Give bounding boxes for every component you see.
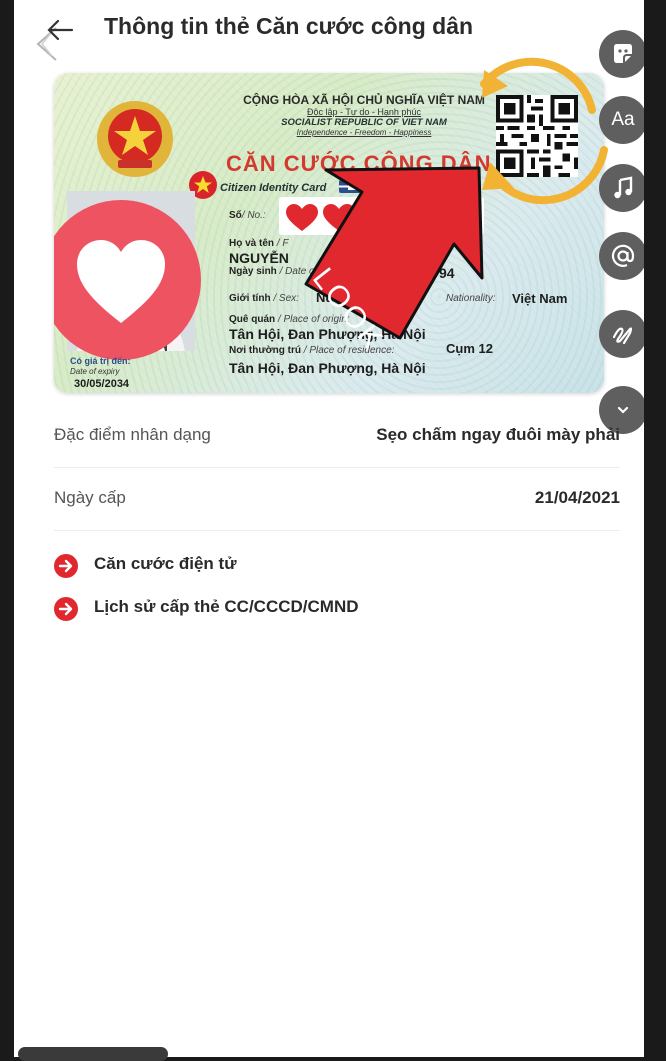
national-emblem-icon [97,101,173,177]
music-button[interactable] [599,164,644,212]
nationality-value: Việt Nam [512,291,568,306]
card-title-en: Citizen Identity Card [220,182,327,194]
chip-icon [339,180,367,193]
issue-date-label: Ngày cấp [54,488,126,507]
nationality-label: Nationality: [446,293,496,304]
home-indicator[interactable] [18,1047,168,1061]
dob-value: 94 [439,265,455,281]
screen: Thông tin thẻ Căn cước công dân CỘNG HÒA… [14,0,644,1057]
link-electronic-id-label: Căn cước điện tử [94,554,237,573]
identification-marks-label: Đặc điểm nhân dạng [54,425,211,444]
header: Thông tin thẻ Căn cước công dân [14,0,644,61]
music-note-icon [614,176,633,199]
issue-date-row: Ngày cấp 21/04/2021 [54,468,620,531]
expiry-label: Có giá trị đến: [70,356,131,366]
privacy-sticker-heart-icon [54,200,201,360]
link-electronic-id[interactable]: Căn cước điện tử [54,552,314,582]
id-card-image: CỘNG HÒA XÃ HỘI CHỦ NGHĨA VIỆT NAM Độc l… [54,73,604,393]
sex-label: Giới tính / Sex: [229,293,299,304]
card-motto: Độc lập - Tự do - Hạnh phúc [307,107,421,117]
back-arrow-icon[interactable] [42,12,78,48]
residence-value-1: Cụm 12 [446,341,493,356]
qr-code-icon [496,95,578,177]
card-header: CỘNG HÒA XÃ HỘI CHỦ NGHĨA VIỆT NAM Độc l… [224,93,504,137]
text-tool-label: Aa [611,109,635,130]
mention-button[interactable] [599,232,644,280]
residence-value-2: Tân Hội, Đan Phượng, Hà Nội [229,360,426,376]
name-value: NGUYỄN [229,250,289,266]
at-sign-icon [611,244,635,267]
identification-marks-value: Sẹo chấm ngay đuôi mày phải [376,425,620,444]
issue-date-value: 21/04/2021 [534,488,620,507]
card-nation-en: SOCIALIST REPUBLIC OF VIET NAM [281,117,447,128]
draw-button[interactable] [599,310,644,358]
arrow-right-circle-icon [54,554,78,578]
number-label: Số/ No.: [229,210,266,221]
card-motto-en: Independence - Freedom - Happiness [296,128,432,137]
text-tool-button[interactable]: Aa [599,96,644,144]
sticker-icon [614,44,632,63]
arrow-right-circle-icon [54,597,78,621]
link-card-history-label: Lịch sử cấp thẻ CC/CCCD/CMND [94,597,359,616]
name-label: Họ và tên / F [229,238,289,249]
identification-marks-row: Đặc điểm nhân dạng Sẹo chấm ngay đuôi mà… [54,405,620,468]
card-nation: CỘNG HÒA XÃ HỘI CHỦ NGHĨA VIỆT NAM [243,93,485,107]
expiry-label-en: Date of expiry [70,367,120,376]
hearts-sticker-icon [286,204,392,231]
dob-label: Ngày sinh / Date o [229,266,315,277]
card-title: CĂN CƯỚC CÔNG DÂN [226,151,492,176]
origin-value: Tân Hội, Đan Phượng, Hà Nội [229,326,426,342]
expiry-value: 30/05/2034 [74,378,130,390]
page-title: Thông tin thẻ Căn cước công dân [104,13,474,39]
sticker-button[interactable] [599,30,644,78]
scribble-icon [612,327,633,345]
link-card-history[interactable]: Lịch sử cấp thẻ CC/CCCD/CMND [54,595,434,625]
